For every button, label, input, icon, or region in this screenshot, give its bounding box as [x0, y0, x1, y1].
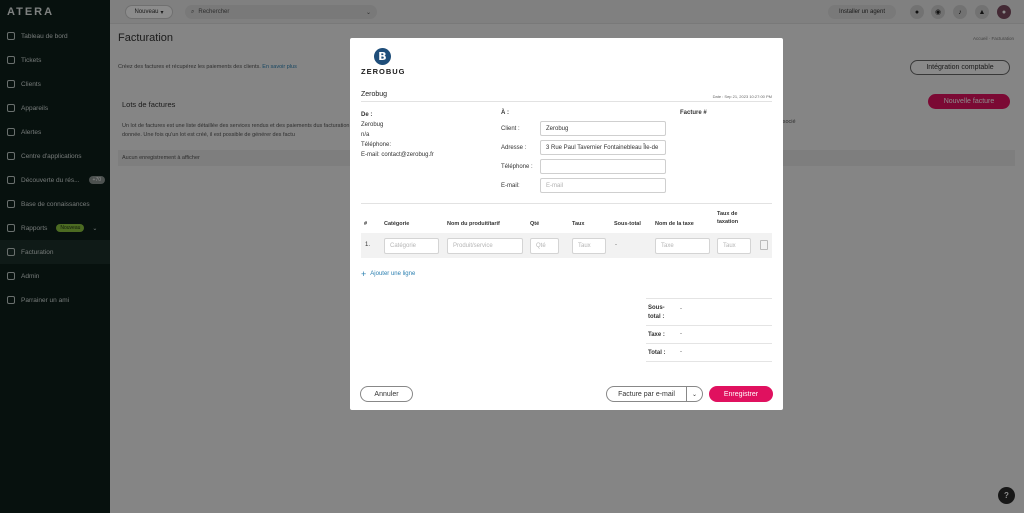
col-header-tax-rate: Taux de taxation [717, 211, 739, 225]
from-email: E-mail: contact@zerobug.fr [361, 152, 434, 158]
divider [361, 101, 772, 102]
zerobug-logo: B ZEROBUG [361, 48, 405, 78]
col-header-qty: Qté [530, 221, 540, 227]
invoice-modal: B ZEROBUG Zerobug Date : Sep 21, 2023 10… [350, 38, 783, 410]
logo-mark: B [374, 48, 391, 65]
email-field[interactable]: E-mail [540, 178, 666, 193]
add-line-label: Ajouter une ligne [370, 271, 416, 277]
row-subtotal: - [615, 242, 617, 248]
invoice-date: Date : Sep 21, 2023 10:27:00 PM [712, 94, 772, 99]
chevron-down-icon: ⌄ [691, 391, 698, 398]
logo-text: ZEROBUG [361, 67, 406, 76]
client-field[interactable]: Zerobug [540, 121, 666, 136]
address-label: Adresse : [501, 145, 527, 151]
address-field[interactable]: 3 Rue Paul Tavernier Fontainebleau Île-d… [540, 140, 666, 155]
table-row: 1. Catégorie Produit/service Qté Taux - … [361, 233, 772, 258]
tax-rate-input[interactable]: Taux [717, 238, 751, 254]
plus-icon: + [361, 269, 367, 279]
cancel-button[interactable]: Annuler [360, 386, 413, 402]
add-line-button[interactable]: + Ajouter une ligne [361, 269, 415, 279]
divider [646, 343, 772, 344]
from-phone: Téléphone: [361, 142, 392, 148]
product-input[interactable]: Produit/service [447, 238, 523, 254]
from-label: De : [361, 112, 373, 118]
tax-label: Taxe : [648, 332, 665, 338]
tax-value: - [680, 331, 682, 337]
row-number: 1. [365, 242, 371, 248]
divider [646, 361, 772, 362]
from-line2: n/a [361, 132, 370, 138]
client-label: Client : [501, 126, 520, 132]
divider [361, 203, 772, 204]
trash-icon[interactable] [760, 240, 768, 250]
category-input[interactable]: Catégorie [384, 238, 439, 254]
rate-input[interactable]: Taux [572, 238, 606, 254]
total-label: Total : [648, 350, 666, 356]
from-name: Zerobug [361, 122, 384, 128]
invoice-number-label: Facture # [680, 110, 707, 116]
col-header-subtotal: Sous-total [614, 221, 641, 227]
col-header-rate: Taux [572, 221, 585, 227]
col-header-product: Nom du produit/tarif [447, 221, 500, 227]
email-options-dropdown[interactable]: ⌄ [687, 386, 703, 402]
email-label: E-mail: [501, 183, 520, 189]
from-block: De : Zerobug n/a Téléphone: E-mail: cont… [361, 110, 434, 160]
company-name: Zerobug [361, 91, 388, 98]
phone-label: Téléphone : [501, 164, 533, 170]
col-header-tax-name: Nom de la taxe [655, 221, 694, 227]
divider [646, 325, 772, 326]
phone-field[interactable] [540, 159, 666, 174]
subtotal-value: - [680, 306, 682, 312]
qty-input[interactable]: Qté [530, 238, 559, 254]
col-header-category: Catégorie [384, 221, 410, 227]
total-value: - [680, 349, 682, 355]
tax-name-input[interactable]: Taxe [655, 238, 710, 254]
divider [646, 298, 772, 299]
subtotal-label: Sous-total : [648, 305, 665, 320]
to-label: À : [501, 110, 509, 116]
col-header-num: # [364, 221, 368, 227]
email-invoice-button[interactable]: Facture par e-mail [606, 386, 687, 402]
save-button[interactable]: Enregistrer [709, 386, 773, 402]
